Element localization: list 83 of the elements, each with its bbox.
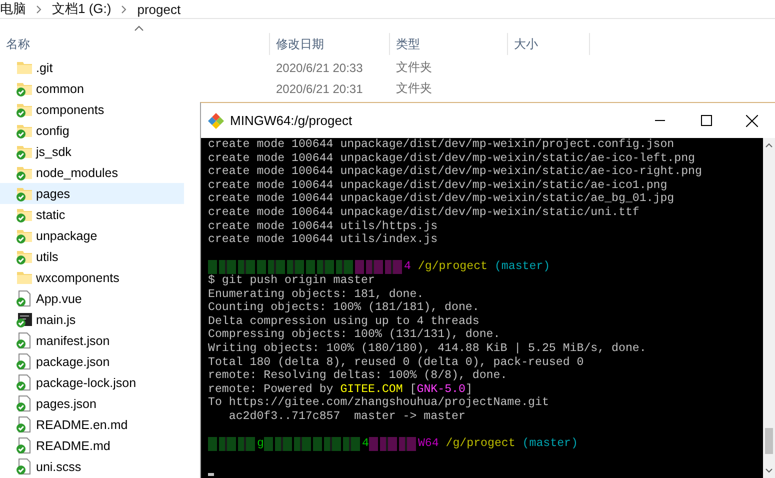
file-name: pages.json — [36, 396, 96, 410]
modified-date: 2020/6/21 20:33 — [276, 60, 363, 74]
file-row[interactable]: manifest.json — [0, 330, 184, 351]
terminal-text: create mode 100644 unpackage/dist/dev/mp-weixin/static/ae-ico1.png — [208, 178, 668, 192]
terminal-text: remote: Powered by — [208, 382, 334, 396]
terminal-text: GNK-5.0 — [416, 382, 466, 396]
column-header[interactable]: 大小 — [514, 36, 538, 52]
terminal-text: ] — [465, 382, 472, 396]
terminal-text: Counting objects: 100% (181/181), done. — [208, 301, 480, 315]
terminal-text: create mode 100644 unpackage/dist/dev/mp-weixin/project.config.json — [208, 138, 674, 152]
column-header[interactable]: 修改日期 — [276, 36, 324, 52]
file-name: README.md — [36, 438, 110, 452]
file-row[interactable]: package.json — [0, 351, 184, 372]
file-row[interactable]: unpackage — [0, 225, 184, 246]
breadcrumb-item[interactable]: progect — [137, 2, 181, 16]
column-header[interactable]: 名称 — [6, 36, 30, 52]
terminal-text: create mode 100644 unpackage/dist/dev/mp-weixin/static/uni.ttf — [208, 206, 640, 220]
terminal-text: ac2d0f3..717c857 master -> master — [228, 410, 466, 424]
terminal-text: (master) — [521, 437, 578, 451]
file-name: components — [36, 102, 104, 116]
file-row[interactable]: wxcomponents — [0, 267, 184, 288]
file-row[interactable]: uni.scss — [0, 456, 184, 477]
file-name: js_sdk — [36, 144, 72, 158]
file-row[interactable]: pages.json — [0, 393, 184, 414]
terminal-text: GITEE.COM — [340, 382, 403, 396]
terminal-text: 4 — [362, 437, 369, 451]
file-name: uni.scss — [36, 460, 82, 474]
terminal-text: Enumerating objects: 181, done. — [208, 288, 424, 302]
terminal-text: Compressing objects: 100% (131/131), done. — [208, 328, 500, 342]
file-type: 文件夹 — [396, 60, 432, 74]
window-title: MINGW64:/g/progect — [230, 113, 354, 128]
terminal-text: Delta compression using up to 4 threads — [208, 314, 480, 328]
terminal-text: 4 — [404, 260, 411, 274]
terminal-text: Total 180 (delta 8), reused 0 (delta 0), pack-reused 0 — [208, 356, 584, 370]
file-row[interactable]: README.md — [0, 435, 184, 456]
modified-date: 2020/6/21 20:31 — [276, 82, 363, 96]
terminal-text: /g/progect — [444, 437, 516, 451]
terminal-text: create mode 100644 utils/https.js — [208, 220, 438, 234]
file-row[interactable]: App.vue — [0, 288, 184, 309]
file-row[interactable]: node_modules — [0, 162, 184, 183]
file-row[interactable]: package-lock.json — [0, 372, 184, 393]
file-row[interactable]: .git — [0, 57, 184, 78]
terminal-text: create mode 100644 unpackage/dist/dev/mp-weixin/static/ae-ico-right.png — [208, 165, 702, 179]
terminal-text: create mode 100644 unpackage/dist/dev/mp-weixin/static/ae-ico-left.png — [208, 152, 696, 166]
terminal-text: W64 — [418, 437, 439, 451]
file-name: pages — [36, 186, 70, 200]
file-name: README.en.md — [36, 418, 128, 432]
file-row[interactable]: components — [0, 99, 184, 120]
breadcrumb-item[interactable]: 电脑 — [0, 0, 26, 18]
file-row[interactable]: static — [0, 204, 184, 225]
terminal-text: create mode 100644 utils/index.js — [208, 233, 438, 247]
file-name: wxcomponents — [36, 270, 120, 284]
terminal-text: [ — [408, 382, 417, 396]
file-row[interactable]: common — [0, 78, 184, 99]
terminal-text: $ git push origin master — [208, 274, 375, 288]
terminal-text: remote: Resolving deltas: 100% (8/8), done. — [208, 369, 508, 383]
breadcrumb-item[interactable]: 文档1 (G:) — [52, 0, 112, 18]
file-row[interactable]: utils — [0, 246, 184, 267]
file-name: package-lock.json — [36, 376, 136, 390]
file-name: .git — [36, 60, 53, 74]
file-name: static — [36, 208, 66, 222]
file-row[interactable]: pages — [0, 183, 184, 204]
file-name: node_modules — [36, 166, 118, 180]
file-name: main.js — [36, 312, 76, 326]
file-name: App.vue — [36, 292, 82, 306]
column-header[interactable]: 类型 — [396, 36, 420, 52]
file-name: common — [36, 82, 84, 96]
file-name: manifest.json — [36, 334, 110, 348]
file-row[interactable]: README.en.md — [0, 414, 184, 435]
file-name: unpackage — [36, 228, 98, 242]
file-row[interactable]: config — [0, 120, 184, 141]
terminal-text: (master) — [493, 260, 550, 274]
file-name: utils — [36, 250, 58, 264]
file-row[interactable]: main.js — [0, 309, 184, 330]
file-name: config — [36, 124, 70, 138]
file-name: package.json — [36, 354, 110, 368]
terminal-text: To https://gitee.com/zhangshouhua/projectName.git — [208, 396, 549, 410]
file-type: 文件夹 — [396, 81, 432, 95]
terminal-text: create mode 100644 unpackage/dist/dev/mp-weixin/static/ae_bg_01.jpg — [208, 192, 674, 206]
terminal-text: Writing objects: 100% (180/180), 414.88 KiB | 5.25 MiB/s, done. — [208, 342, 646, 356]
file-row[interactable]: js_sdk — [0, 141, 184, 162]
terminal-text: g — [257, 437, 264, 451]
terminal-text: /g/progect — [416, 260, 488, 274]
